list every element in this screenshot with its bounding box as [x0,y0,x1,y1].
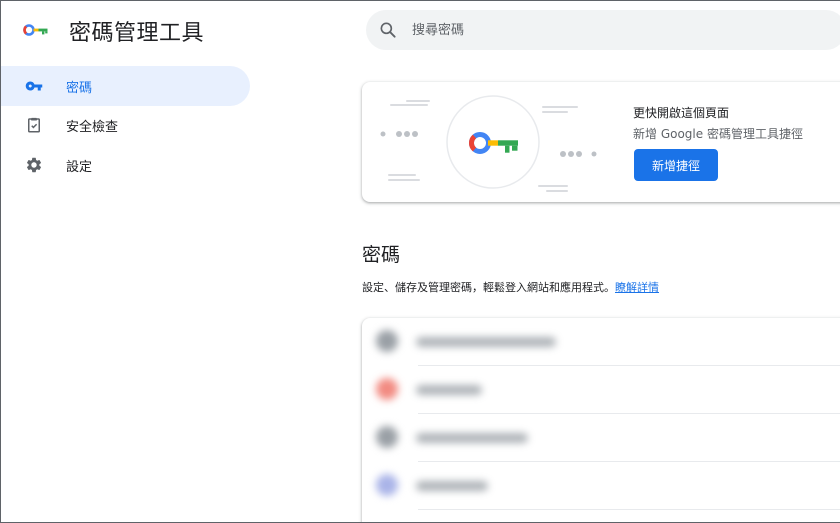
add-shortcut-button[interactable]: 新增捷徑 [634,149,718,181]
blurred-site-name [416,481,488,491]
learn-more-link[interactable]: 瞭解詳情 [615,281,659,294]
app-window: 密碼管理工具 密碼 安全檢查 設定 [0,0,840,523]
search-bar[interactable] [366,10,840,50]
list-item[interactable] [362,414,840,462]
sidebar-item-label: 密碼 [66,81,93,96]
app-title: 密碼管理工具 [69,21,205,46]
sidebar-item-security-check[interactable]: 安全檢查 [1,105,250,145]
promo-title: 更快開啟這個頁面 [633,106,730,120]
promo-description: 新增 Google 密碼管理工具捷徑 [633,127,803,141]
sidebar-item-label: 安全檢查 [66,120,119,135]
list-item[interactable] [362,462,840,510]
site-favicon-icon [376,474,398,496]
site-favicon-icon [376,426,398,448]
description-text: 設定、儲存及管理密碼，輕鬆登入網站和應用程式。 [362,281,615,294]
section-description: 設定、儲存及管理密碼，輕鬆登入網站和應用程式。瞭解詳情 [362,279,659,295]
sidebar-item-settings[interactable]: 設定 [1,145,250,185]
blurred-site-name [416,433,528,443]
sidebar-item-label: 設定 [66,160,93,175]
key-logo-icon [23,24,48,36]
search-icon [380,22,396,38]
blurred-site-name [416,337,556,347]
site-favicon-icon [376,378,398,400]
password-list [362,318,840,522]
clipboard-check-icon [28,117,40,133]
list-item[interactable] [362,318,840,366]
blurred-site-name [416,385,482,395]
site-favicon-icon [376,330,398,352]
sidebar-item-passwords[interactable]: 密碼 [1,66,250,106]
gear-icon [26,157,42,173]
key-icon [25,81,43,91]
section-title: 密碼 [362,244,401,266]
list-item[interactable] [362,366,840,414]
shortcut-promo-card: 更快開啟這個頁面 新增 Google 密碼管理工具捷徑 新增捷徑 [362,82,840,202]
search-input[interactable] [412,10,832,50]
key-illustration-icon [380,95,597,192]
